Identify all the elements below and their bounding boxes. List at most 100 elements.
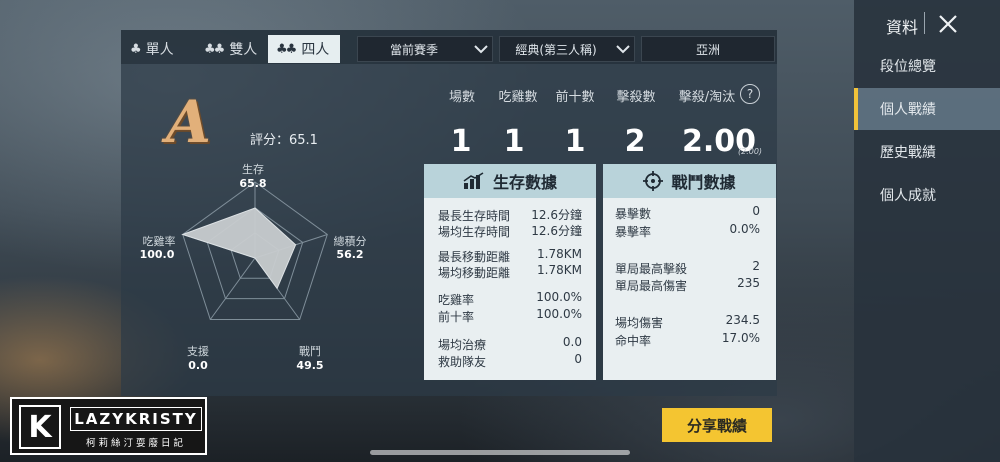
value-kills: 2 <box>624 124 646 159</box>
stat-label: 前十率 <box>438 310 475 324</box>
radar-label-support: 支援 <box>187 345 209 358</box>
stat-label: 救助隊友 <box>438 355 487 369</box>
radar-axis-line <box>209 257 256 320</box>
stat-value: 12.6分鐘 <box>531 208 582 222</box>
radar-value-total: 56.2 <box>336 248 364 261</box>
bar-chart-icon <box>463 172 484 189</box>
home-indicator[interactable] <box>370 450 630 455</box>
help-icon[interactable]: ? <box>740 84 760 104</box>
sidebar-item-personal-stats[interactable]: 個人戰績 <box>854 88 1000 130</box>
value-top10: 1 <box>564 124 586 159</box>
sidebar-title: 資料 <box>886 18 919 37</box>
radar-chart <box>181 181 328 320</box>
header-kd: 擊殺/淘汰 <box>678 90 736 105</box>
tab-duo[interactable]: ♣♣ 雙人 <box>204 35 270 63</box>
value-chicken-dinners: 1 <box>503 124 525 159</box>
squad-icon: ♣♣ <box>276 41 297 57</box>
stat-value: 2 <box>752 259 760 273</box>
stat-value: 17.0% <box>721 331 760 345</box>
survival-card: 生存數據 最長生存時間 12.6分鐘 場均生存時間 12.6分鐘 最長移動距離 … <box>424 164 596 380</box>
header-kills: 擊殺數 <box>616 90 656 105</box>
radar-label-combat: 戰鬥 <box>299 345 321 358</box>
duo-icon: ♣♣ <box>204 41 225 57</box>
tab-solo-label: 單人 <box>145 42 174 58</box>
tab-solo[interactable]: ♣ 單人 <box>130 35 196 63</box>
sidebar-item-label: 個人戰績 <box>880 102 936 118</box>
stat-label: 場均傷害 <box>615 316 664 330</box>
stat-value: 0.0% <box>729 222 761 236</box>
region-value: 亞洲 <box>695 42 720 57</box>
radar-label-survival: 生存 <box>242 163 264 176</box>
sidebar-item-rank-overview[interactable]: 段位總覽 <box>854 45 1000 87</box>
survival-card-title: 生存數據 <box>492 173 557 192</box>
chevron-down-icon <box>470 37 492 61</box>
radar-label-total: 總積分 <box>333 235 367 248</box>
combat-card: 戰鬥數據 暴擊數 0 暴擊率 0.0% 單局最高擊殺 2 單局最高傷害 235 … <box>603 164 776 380</box>
season-value: 當前賽季 <box>389 42 438 57</box>
stat-label: 單局最高傷害 <box>615 279 688 293</box>
survival-card-body: 最長生存時間 12.6分鐘 場均生存時間 12.6分鐘 最長移動距離 1.78K… <box>424 198 596 380</box>
stat-label: 命中率 <box>615 334 652 348</box>
header-chicken-dinners: 吃雞數 <box>498 90 538 105</box>
tab-squad[interactable]: ♣♣ 四人 <box>268 35 340 63</box>
logo-mark: K <box>19 405 61 449</box>
logo-letter: K <box>28 409 52 445</box>
perspective-dropdown[interactable]: 經典(第三人稱) <box>499 36 635 62</box>
crosshair-icon <box>643 171 664 191</box>
watermark-logo: K LAZYKRISTY 柯莉絲汀耍廢日記 <box>10 397 207 455</box>
stat-label: 最長移動距離 <box>438 250 511 264</box>
radar-label-win-rate: 吃雞率 <box>142 235 176 248</box>
rating-score: 評分：65.1 <box>250 133 318 148</box>
stat-value: 0.0 <box>562 335 582 349</box>
sidebar-item-label: 段位總覽 <box>880 59 936 75</box>
stat-label: 場均生存時間 <box>438 225 511 239</box>
sidebar-item-label: 個人成就 <box>880 188 936 204</box>
stat-value: 0 <box>574 352 582 366</box>
single-person-icon: ♣ <box>130 41 142 57</box>
stat-label: 暴擊率 <box>615 225 652 239</box>
stat-label: 吃雞率 <box>438 293 475 307</box>
stat-value: 100.0% <box>536 290 582 304</box>
value-kd-sub: (2.00) <box>738 147 763 156</box>
sidebar-item-label: 歷史戰績 <box>880 145 936 161</box>
grade-badge: A <box>166 88 212 156</box>
tab-squad-label: 四人 <box>301 42 330 58</box>
close-button[interactable] <box>936 12 960 36</box>
header-matches: 場數 <box>448 90 475 105</box>
stat-value: 0 <box>752 204 760 218</box>
header-top10: 前十數 <box>555 90 595 105</box>
sidebar-divider <box>924 12 925 34</box>
perspective-value: 經典(第三人稱) <box>515 42 597 57</box>
season-dropdown[interactable]: 當前賽季 <box>357 36 493 62</box>
region-field[interactable]: 亞洲 <box>641 36 775 62</box>
stat-value: 1.78KM <box>537 247 582 261</box>
combat-card-body: 暴擊數 0 暴擊率 0.0% 單局最高擊殺 2 單局最高傷害 235 場均傷害 … <box>603 198 776 380</box>
chevron-down-icon <box>612 37 634 61</box>
sidebar-item-history[interactable]: 歷史戰績 <box>854 131 1000 173</box>
combat-card-header: 戰鬥數據 <box>603 164 776 198</box>
stat-label: 最長生存時間 <box>438 209 511 223</box>
value-kd: 2.00 <box>682 124 757 159</box>
value-matches: 1 <box>450 124 472 159</box>
stat-label: 場均移動距離 <box>438 266 511 280</box>
share-stats-button[interactable]: 分享戰績 <box>662 408 772 442</box>
stat-value: 12.6分鐘 <box>531 224 582 238</box>
radar-value-support: 0.0 <box>188 359 208 372</box>
combat-card-title: 戰鬥數據 <box>671 173 736 192</box>
close-icon <box>939 15 957 33</box>
stat-label: 單局最高擊殺 <box>615 262 688 276</box>
watermark-name: LAZYKRISTY <box>70 407 202 431</box>
radar-value-win-rate: 100.0 <box>139 248 175 261</box>
stat-label: 暴擊數 <box>615 207 652 221</box>
tab-duo-label: 雙人 <box>229 42 258 58</box>
stat-value: 100.0% <box>536 307 582 321</box>
watermark-tagline: 柯莉絲汀耍廢日記 <box>85 438 186 449</box>
stat-value: 235 <box>737 276 760 290</box>
stat-label: 場均治療 <box>438 338 487 352</box>
stat-value: 234.5 <box>725 313 760 327</box>
stat-value: 1.78KM <box>537 263 582 277</box>
radar-value-survival: 65.8 <box>239 177 267 190</box>
survival-card-header: 生存數據 <box>424 164 596 198</box>
radar-value-combat: 49.5 <box>296 359 324 372</box>
sidebar-item-achievements[interactable]: 個人成就 <box>854 174 1000 216</box>
